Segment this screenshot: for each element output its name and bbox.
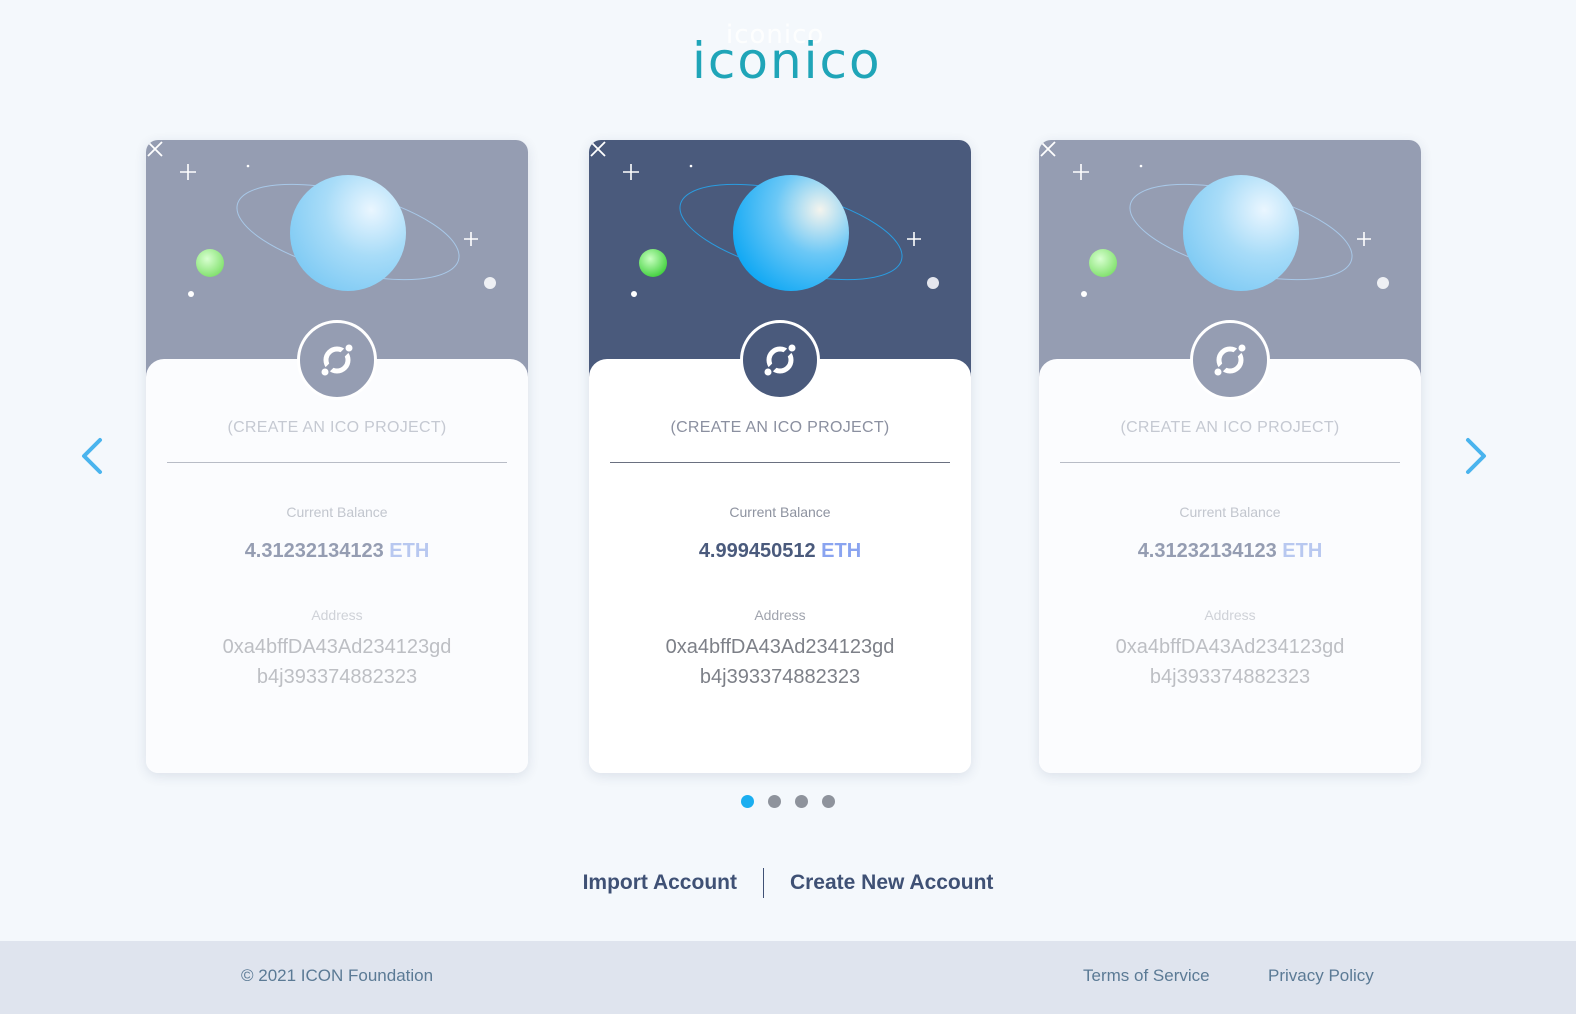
brand-logo: iconico iconico <box>678 20 898 98</box>
import-account-button[interactable]: Import Account <box>557 871 763 895</box>
balance-row: 4.31232134123 ETH <box>146 540 528 563</box>
balance-row: 4.999450512 ETH <box>589 540 971 563</box>
address-value: 0xa4bffDA43Ad234123gd b4j393374882323 <box>1039 632 1421 692</box>
page: iconico iconico (CREATE AN ICO PROJECT) … <box>0 0 1576 1014</box>
project-title: (CREATE AN ICO PROJECT) <box>1120 419 1340 436</box>
logo-text: iconico <box>692 32 882 90</box>
project-title: (CREATE AN ICO PROJECT) <box>670 419 890 436</box>
address-label: Address <box>1204 607 1256 623</box>
close-icon[interactable] <box>1039 140 1057 158</box>
address-line-2: b4j393374882323 <box>256 666 418 688</box>
icon-logo-icon <box>321 344 353 376</box>
account-actions: Import Account Create New Account <box>0 868 1576 898</box>
balance-unit: ETH <box>389 540 430 562</box>
carousel-prev-button[interactable] <box>78 436 106 476</box>
copyright: © 2021 ICON Foundation <box>241 966 434 985</box>
divider <box>167 462 507 463</box>
balance-value: 4.999450512 <box>698 540 816 562</box>
address-line-1: 0xa4bffDA43Ad234123gd <box>222 636 452 658</box>
icon-badge <box>1190 320 1270 400</box>
chevron-left-icon <box>82 438 102 474</box>
balance-value: 4.31232134123 <box>244 540 384 562</box>
icon-badge <box>297 320 377 400</box>
icon-badge <box>740 320 820 400</box>
address-line-1: 0xa4bffDA43Ad234123gd <box>1115 636 1345 658</box>
pagination-dot[interactable] <box>795 795 808 808</box>
wallet-card[interactable]: (CREATE AN ICO PROJECT) Current Balance … <box>146 140 528 773</box>
terms-of-service-link[interactable]: Terms of Service <box>1083 966 1210 986</box>
chevron-right-icon <box>1466 438 1486 474</box>
icon-logo-icon <box>1214 344 1246 376</box>
address-line-2: b4j393374882323 <box>1149 666 1311 688</box>
close-icon[interactable] <box>589 140 607 158</box>
address-label: Address <box>311 607 363 623</box>
address-label: Address <box>754 607 806 623</box>
divider <box>1060 462 1400 463</box>
balance-unit: ETH <box>821 540 862 562</box>
balance-value: 4.31232134123 <box>1137 540 1277 562</box>
logo-area: iconico iconico <box>0 20 1576 98</box>
icon-logo-icon <box>764 344 796 376</box>
address-line-2: b4j393374882323 <box>699 666 861 688</box>
balance-label: Current Balance <box>1179 504 1281 520</box>
address-value: 0xa4bffDA43Ad234123gd b4j393374882323 <box>589 632 971 692</box>
close-icon[interactable] <box>146 140 164 158</box>
address-line-1: 0xa4bffDA43Ad234123gd <box>665 636 895 658</box>
wallet-card[interactable]: (CREATE AN ICO PROJECT) Current Balance … <box>589 140 971 773</box>
privacy-policy-link[interactable]: Privacy Policy <box>1268 966 1374 986</box>
carousel-next-button[interactable] <box>1462 436 1490 476</box>
wallet-card[interactable]: (CREATE AN ICO PROJECT) Current Balance … <box>1039 140 1421 773</box>
address-value: 0xa4bffDA43Ad234123gd b4j393374882323 <box>146 632 528 692</box>
balance-row: 4.31232134123 ETH <box>1039 540 1421 563</box>
create-account-button[interactable]: Create New Account <box>764 871 1019 895</box>
pagination-dot[interactable] <box>768 795 781 808</box>
footer: © 2021 ICON Foundation Terms of Service … <box>0 941 1576 1014</box>
balance-label: Current Balance <box>729 504 831 520</box>
balance-label: Current Balance <box>286 504 388 520</box>
project-title: (CREATE AN ICO PROJECT) <box>227 419 447 436</box>
divider <box>610 462 950 463</box>
pagination-dot[interactable] <box>741 795 754 808</box>
balance-unit: ETH <box>1282 540 1323 562</box>
carousel-pagination <box>0 795 1576 808</box>
pagination-dot[interactable] <box>822 795 835 808</box>
